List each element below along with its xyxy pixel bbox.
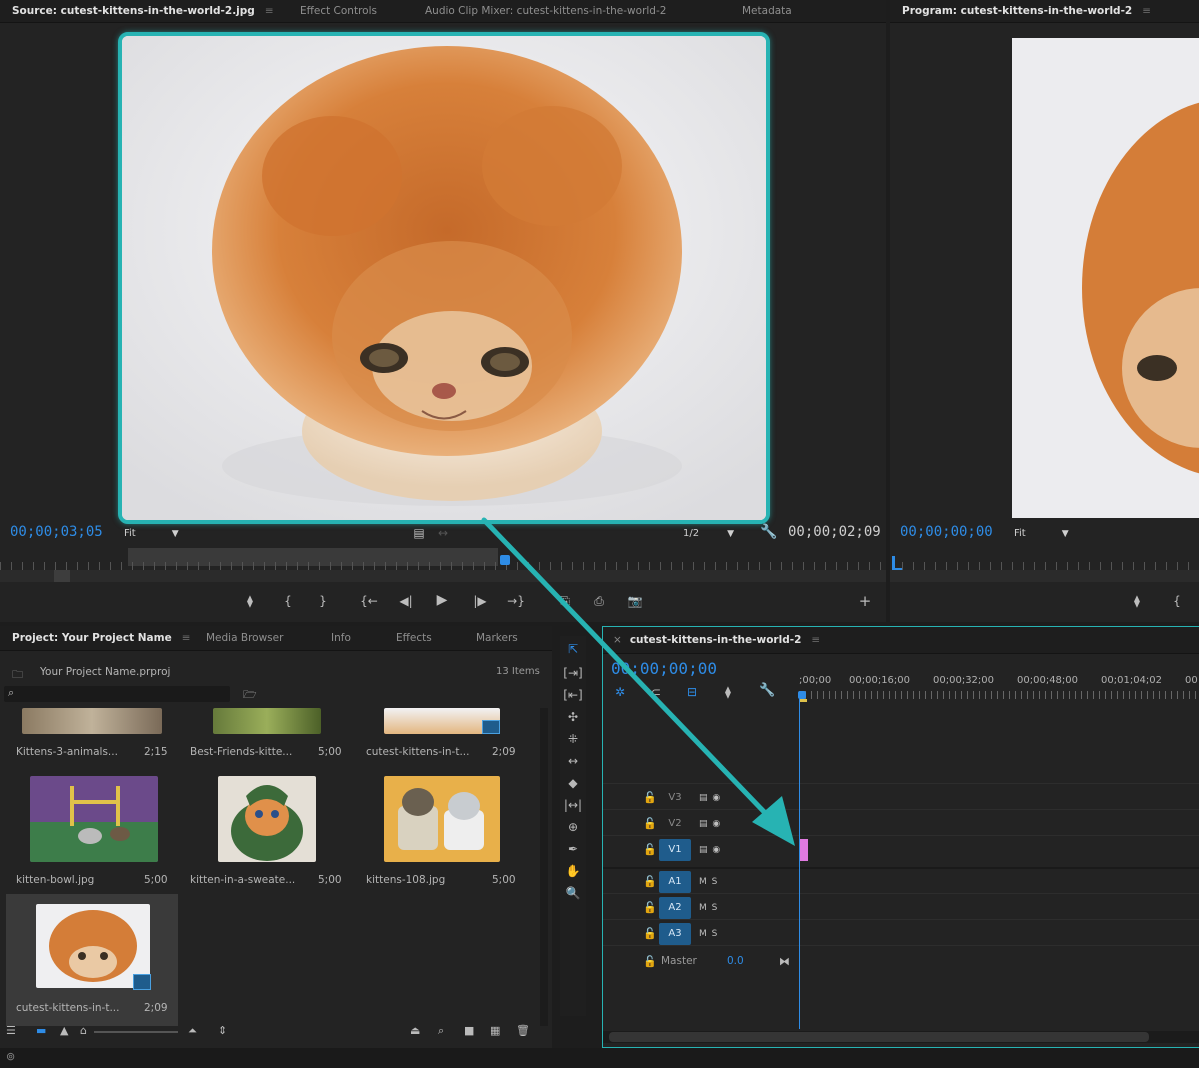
drag-arrow-line	[481, 517, 773, 821]
drag-arrow-overlay	[481, 517, 795, 846]
